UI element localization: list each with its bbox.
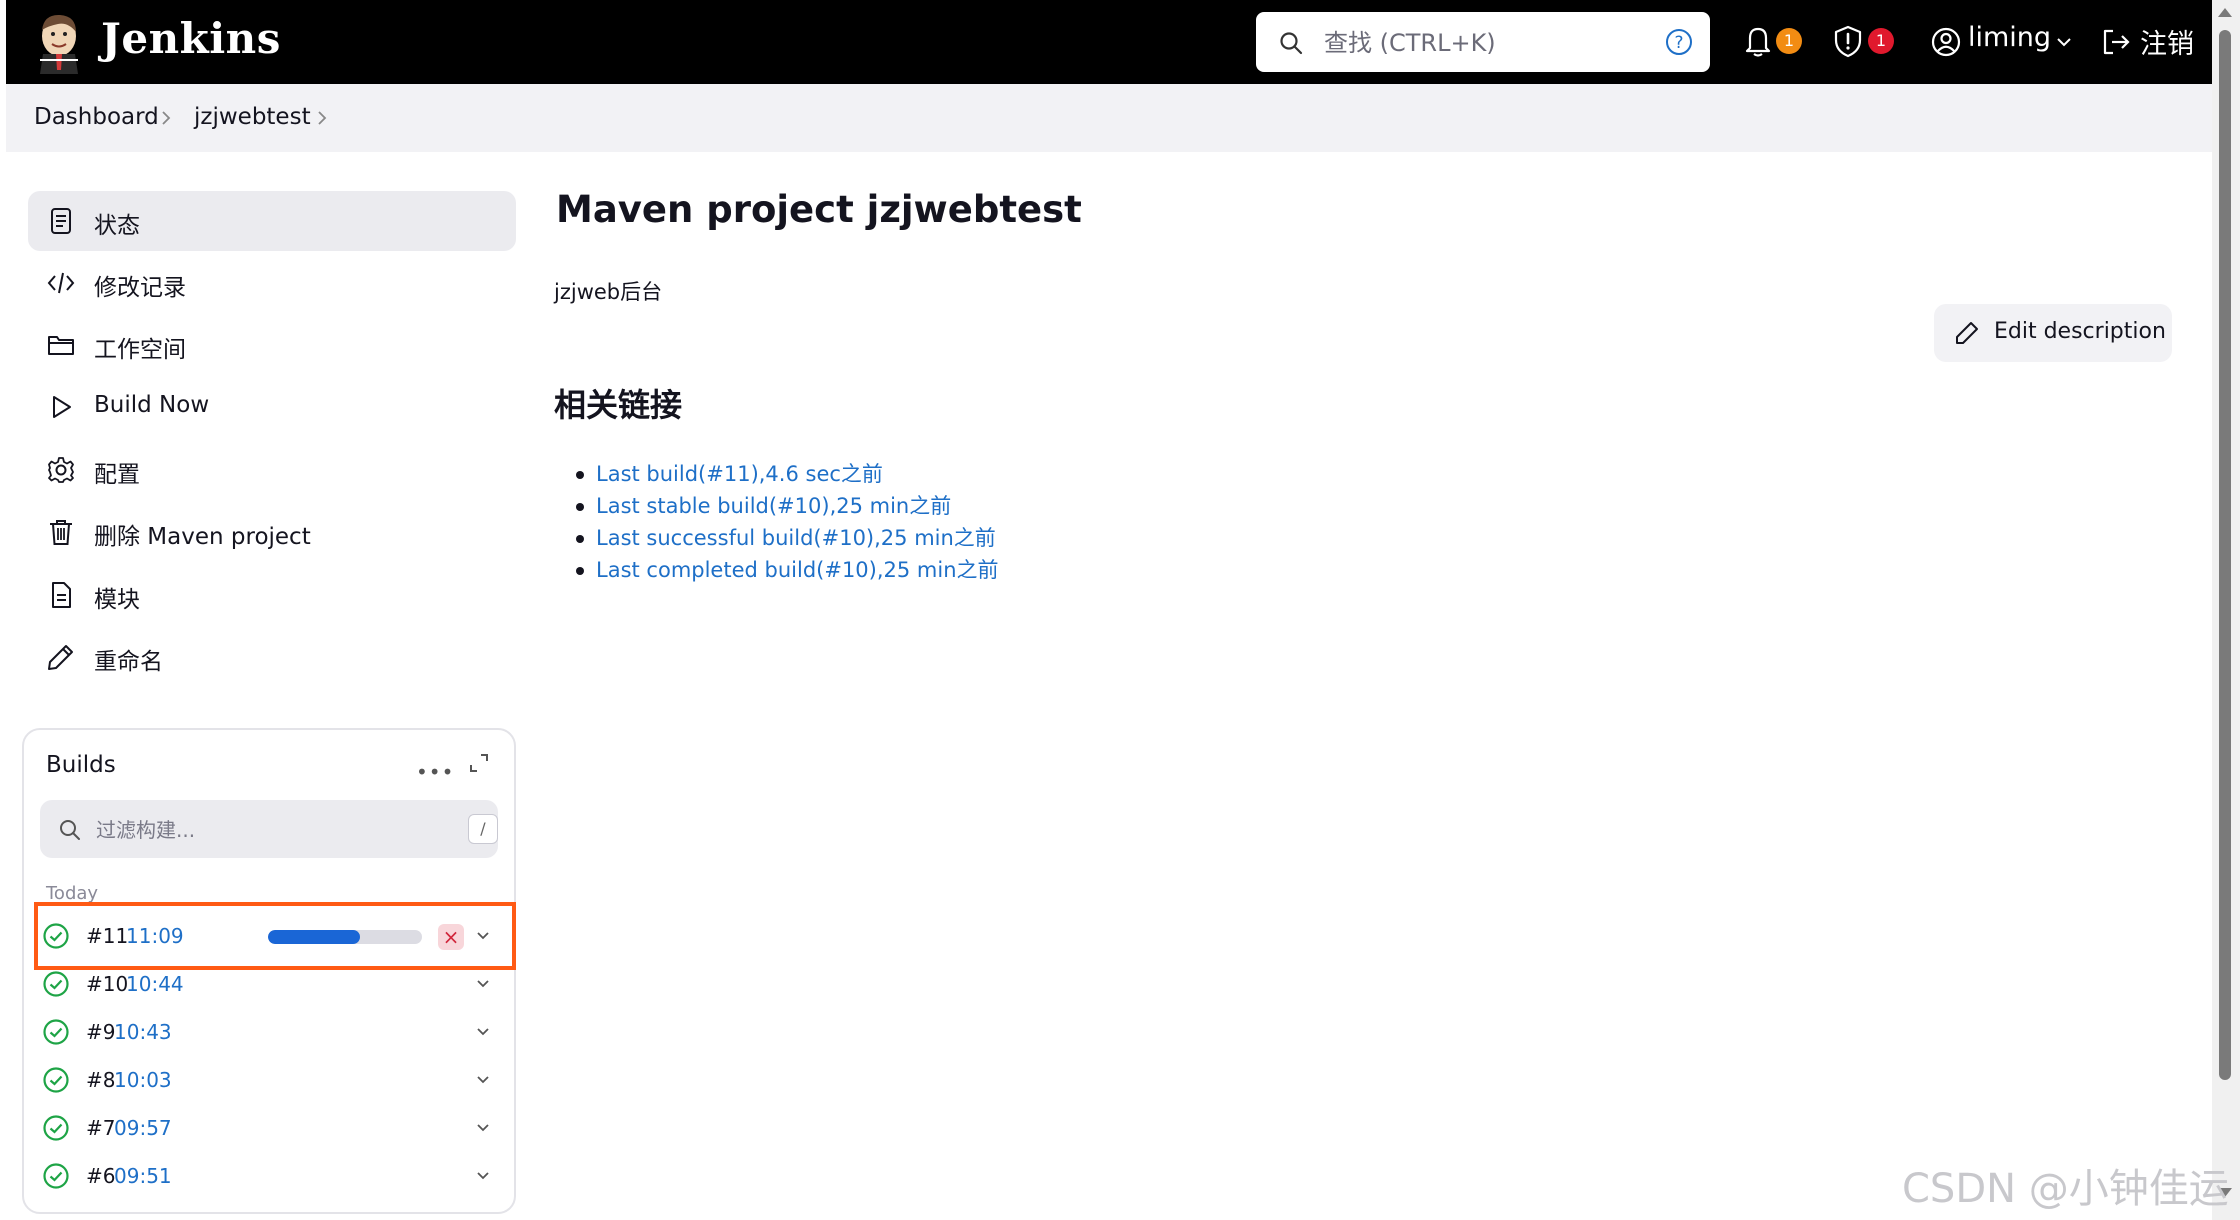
- builds-title: Builds: [46, 752, 116, 778]
- search-box: ?: [1256, 12, 1710, 72]
- scrollbar-thumb[interactable]: [2219, 30, 2231, 1080]
- build-row[interactable]: #8 10:03: [32, 1056, 502, 1102]
- logout-icon[interactable]: [2100, 26, 2132, 58]
- sidebar-item-label: 状态: [94, 213, 140, 239]
- related-links-heading: 相关链接: [554, 386, 683, 424]
- jenkins-logo-icon[interactable]: [34, 10, 84, 74]
- breadcrumb-dashboard[interactable]: Dashboard: [34, 104, 159, 130]
- build-time[interactable]: 10:03: [114, 1068, 172, 1092]
- success-check-icon: [43, 1115, 69, 1141]
- breadcrumb: Dashboard jzjwebtest: [6, 84, 2212, 152]
- security-badge: 1: [1868, 28, 1894, 54]
- build-row[interactable]: #9 10:43: [32, 1008, 502, 1054]
- sidebar-item-label: 模块: [94, 587, 140, 613]
- sidebar-item-status[interactable]: 状态: [28, 191, 516, 251]
- project-description: jzjweb后台: [554, 280, 663, 304]
- related-links-list: Last build(#11),4.6 sec之前 Last stable bu…: [576, 458, 999, 586]
- user-name[interactable]: liming: [1968, 22, 2051, 53]
- sidebar-item-delete[interactable]: 删除 Maven project: [28, 502, 516, 562]
- pencil-icon: [1956, 322, 1978, 344]
- chevron-right-icon[interactable]: [156, 108, 176, 128]
- sidebar-item-label: 删除 Maven project: [94, 524, 311, 550]
- sidebar-item-label: 重命名: [94, 649, 163, 675]
- security-button[interactable]: 1: [1826, 18, 1896, 66]
- success-check-icon: [43, 1163, 69, 1189]
- sidebar-item-label: 工作空间: [94, 337, 186, 363]
- play-icon: [53, 396, 71, 418]
- sidebar-item-modules[interactable]: 模块: [28, 565, 516, 625]
- build-time[interactable]: 10:44: [126, 972, 184, 996]
- sidebar-item-label: 修改记录: [94, 275, 186, 301]
- search-input[interactable]: [1322, 24, 1626, 62]
- scroll-up-icon[interactable]: [2218, 8, 2232, 17]
- search-icon: [1280, 32, 1303, 55]
- logout-link[interactable]: 注销: [2140, 22, 2194, 61]
- page-title: Maven project jzjwebtest: [556, 188, 1082, 231]
- build-row[interactable]: #6 09:51: [32, 1152, 502, 1198]
- shortcut-key: /: [468, 814, 498, 844]
- build-number[interactable]: #10: [86, 972, 128, 996]
- build-number[interactable]: #6: [86, 1164, 115, 1188]
- chevron-down-icon: [2057, 38, 2071, 47]
- code-icon: [47, 272, 75, 294]
- folder-icon: [48, 336, 74, 355]
- notifications-badge: 1: [1776, 28, 1802, 54]
- highlight-box: [34, 902, 516, 970]
- top-header: Jenkins ? 1 1: [6, 0, 2212, 84]
- link-last-stable-build[interactable]: Last stable build(#10),25 min之前: [576, 490, 999, 522]
- build-time[interactable]: 09:51: [114, 1164, 172, 1188]
- success-check-icon: [43, 1019, 69, 1045]
- build-row[interactable]: #7 09:57: [32, 1104, 502, 1150]
- chevron-down-icon[interactable]: [474, 974, 492, 992]
- app-title[interactable]: Jenkins: [101, 14, 281, 63]
- svg-text:?: ?: [1674, 33, 1683, 53]
- builds-filter-input[interactable]: [94, 812, 428, 848]
- file-icon: [52, 582, 71, 608]
- chevron-down-icon[interactable]: [474, 1070, 492, 1088]
- expand-icon[interactable]: [468, 752, 490, 774]
- link-last-completed-build[interactable]: Last completed build(#10),25 min之前: [576, 554, 999, 586]
- pencil-icon: [48, 645, 73, 670]
- gear-icon: [48, 457, 74, 483]
- sidebar-item-workspace[interactable]: 工作空间: [28, 315, 516, 375]
- search-icon: [60, 820, 80, 840]
- sidebar-item-label: 配置: [94, 462, 140, 488]
- sidebar-item-changes[interactable]: 修改记录: [28, 253, 516, 313]
- edit-description-button[interactable]: Edit description: [1934, 304, 2172, 362]
- build-group-label: Today: [46, 883, 99, 904]
- success-check-icon: [43, 971, 69, 997]
- build-number[interactable]: #8: [86, 1068, 115, 1092]
- more-options-icon[interactable]: •••: [416, 760, 454, 784]
- builds-panel: Builds ••• / Today #1111:09×#1010:44#910…: [22, 728, 516, 1214]
- chevron-right-icon[interactable]: [312, 108, 332, 128]
- chevron-down-icon[interactable]: [474, 1022, 492, 1040]
- notifications-button[interactable]: 1: [1734, 18, 1804, 66]
- success-check-icon: [43, 1067, 69, 1093]
- link-last-build[interactable]: Last build(#11),4.6 sec之前: [576, 458, 999, 490]
- bell-icon: [1745, 27, 1771, 57]
- edit-description-label: Edit description: [1994, 319, 2166, 344]
- watermark: CSDN @小钟佳运: [1902, 1166, 2229, 1212]
- trash-icon: [50, 520, 72, 545]
- shield-icon: [1834, 25, 1862, 58]
- build-time[interactable]: 09:57: [114, 1116, 172, 1140]
- build-number[interactable]: #7: [86, 1116, 115, 1140]
- sidebar-item-build-now[interactable]: Build Now: [28, 377, 516, 437]
- chevron-down-icon[interactable]: [474, 1166, 492, 1184]
- sidebar-item-label: Build Now: [94, 392, 210, 418]
- sidebar-item-configure[interactable]: 配置: [28, 440, 516, 500]
- help-icon[interactable]: ?: [1664, 27, 1694, 57]
- link-last-successful-build[interactable]: Last successful build(#10),25 min之前: [576, 522, 999, 554]
- sidebar-item-rename[interactable]: 重命名: [28, 627, 516, 687]
- build-time[interactable]: 10:43: [114, 1020, 172, 1044]
- builds-filter: /: [40, 800, 498, 858]
- build-number[interactable]: #9: [86, 1020, 115, 1044]
- breadcrumb-job[interactable]: jzjwebtest: [194, 104, 311, 130]
- document-icon: [51, 208, 71, 234]
- chevron-down-icon[interactable]: [474, 1118, 492, 1136]
- user-icon: [1931, 27, 1961, 57]
